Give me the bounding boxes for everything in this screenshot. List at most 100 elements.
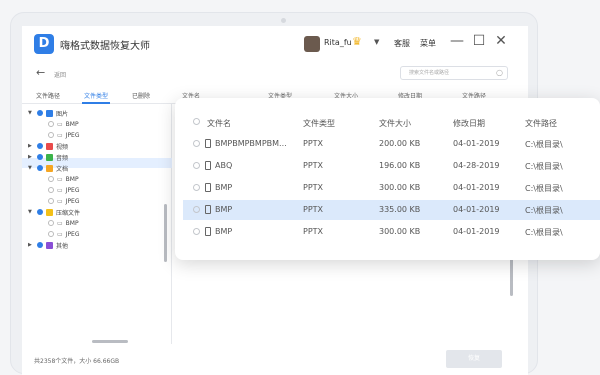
tree-item[interactable]: ▭ JPEG [48, 229, 80, 239]
tree-item-label: 音频 [56, 154, 69, 162]
tree-item[interactable]: ▶ 音频 [28, 152, 68, 162]
tree-checkbox[interactable] [37, 165, 43, 171]
close-button[interactable]: ✕ [492, 33, 510, 49]
caret-right-icon[interactable]: ▶ [28, 143, 34, 149]
tree-item-label: JPEG [65, 230, 80, 238]
popup-header-name[interactable]: 文件名 [207, 118, 231, 129]
select-all-radio[interactable] [193, 118, 200, 125]
tree-checkbox[interactable] [37, 154, 43, 160]
caret-down-icon[interactable]: ▼ [28, 110, 34, 116]
category-tree: ▼ 图片 ▭ BMP ▭ JPEG ▶ 视频 ▶ 音频 ▼ 文档 ▭ BMP ▭ JPEG ▭ JPEG ▼ 压缩文件… [22, 104, 172, 344]
chevron-down-icon[interactable]: ▼ [374, 38, 379, 46]
table-row[interactable]: ABQ PPTX 196.00 KB 04-28-2019 C:\根目录\ [183, 156, 600, 176]
tab-file-type[interactable]: 文件类型 [84, 91, 108, 100]
cell-date: 04-01-2019 [453, 227, 500, 236]
category-icon [46, 164, 53, 172]
cell-date: 04-01-2019 [453, 139, 500, 148]
cell-path: C:\根目录\ [525, 184, 563, 193]
cell-name: ABQ [215, 161, 233, 170]
maximize-button[interactable]: ☐ [470, 33, 488, 49]
avatar[interactable] [304, 36, 320, 52]
caret-down-icon[interactable]: ▼ [28, 165, 34, 171]
tree-item[interactable]: ▭ BMP [48, 119, 79, 129]
popup-header-path[interactable]: 文件路径 [525, 118, 557, 129]
cell-type: PPTX [303, 139, 324, 148]
cell-name: BMP [215, 183, 233, 192]
tree-checkbox[interactable] [48, 121, 54, 127]
cell-date: 04-28-2019 [453, 161, 500, 170]
tree-checkbox[interactable] [37, 242, 43, 248]
caret-right-icon[interactable]: ▶ [28, 242, 34, 248]
tree-item[interactable]: ▭ JPEG [48, 196, 80, 206]
tree-item[interactable]: ▶ 其他 [28, 240, 68, 250]
table-row[interactable]: BMPBMPBMPBM... PPTX 200.00 KB 04-01-2019 C:\… [183, 134, 600, 154]
tree-item-label: BMP [65, 219, 79, 227]
customer-service-link[interactable]: 客服 [394, 38, 410, 49]
folder-icon: ▭ [57, 175, 63, 183]
folder-icon: ▭ [57, 197, 63, 205]
menu-link[interactable]: 菜单 [420, 38, 436, 49]
cell-size: 335.00 KB [379, 205, 421, 214]
tab-deleted[interactable]: 已删除 [132, 91, 150, 100]
caret-down-icon[interactable]: ▼ [28, 209, 34, 215]
tree-horizontal-scrollbar[interactable] [92, 340, 128, 343]
folder-icon: ▭ [57, 120, 63, 128]
cell-path: C:\根目录\ [525, 206, 563, 215]
tree-item-label: BMP [65, 120, 79, 128]
username[interactable]: Rita_fu [324, 38, 352, 47]
row-radio[interactable] [193, 140, 200, 147]
tree-item[interactable]: ▼ 图片 [28, 108, 68, 118]
cell-size: 200.00 KB [379, 139, 421, 148]
file-icon [205, 227, 211, 236]
tree-checkbox[interactable] [37, 143, 43, 149]
tree-checkbox[interactable] [48, 198, 54, 204]
tree-checkbox[interactable] [48, 231, 54, 237]
row-radio[interactable] [193, 184, 200, 191]
tree-vertical-scrollbar[interactable] [164, 204, 167, 262]
back-label[interactable]: 返回 [54, 70, 66, 79]
table-row[interactable]: BMP PPTX 300.00 KB 04-01-2019 C:\根目录\ [183, 178, 600, 198]
minimize-button[interactable]: — [448, 33, 466, 49]
tree-item-label: 文档 [56, 165, 69, 173]
recover-button[interactable]: 恢复 [446, 350, 502, 368]
row-radio[interactable] [193, 162, 200, 169]
tree-checkbox[interactable] [48, 176, 54, 182]
cell-type: PPTX [303, 205, 324, 214]
tree-item-label: JPEG [65, 186, 80, 194]
cell-path: C:\根目录\ [525, 228, 563, 237]
cell-date: 04-01-2019 [453, 183, 500, 192]
tree-checkbox[interactable] [37, 110, 43, 116]
cell-type: PPTX [303, 227, 324, 236]
tree-item[interactable]: ▼ 压缩文件 [28, 207, 80, 217]
search-input[interactable]: 搜索文件名或路径 ○ [400, 66, 508, 80]
table-row[interactable]: BMP PPTX 300.00 KB 04-01-2019 C:\根目录\ [183, 222, 600, 242]
folder-icon: ▭ [57, 230, 63, 238]
tree-item[interactable]: ▭ BMP [48, 174, 79, 184]
back-arrow-icon[interactable]: ← [36, 66, 45, 79]
tree-item[interactable]: ▼ 文档 [28, 163, 68, 173]
table-row[interactable]: BMP PPTX 335.00 KB 04-01-2019 C:\根目录\ [183, 200, 600, 220]
tree-item[interactable]: ▭ BMP [48, 218, 79, 228]
row-radio[interactable] [193, 206, 200, 213]
tree-checkbox[interactable] [48, 132, 54, 138]
cell-date: 04-01-2019 [453, 205, 500, 214]
cell-path: C:\根目录\ [525, 140, 563, 149]
tree-item[interactable]: ▭ JPEG [48, 130, 80, 140]
tree-item[interactable]: ▶ 视频 [28, 141, 68, 151]
tab-file-path[interactable]: 文件路径 [36, 91, 60, 100]
folder-icon: ▭ [57, 186, 63, 194]
list-vertical-scrollbar[interactable] [510, 256, 513, 296]
row-radio[interactable] [193, 228, 200, 235]
search-icon[interactable]: ○ [496, 67, 503, 79]
tree-checkbox[interactable] [48, 220, 54, 226]
category-icon [46, 109, 53, 117]
tree-checkbox[interactable] [37, 209, 43, 215]
popup-header-size[interactable]: 文件大小 [379, 118, 411, 129]
popup-header-date[interactable]: 修改日期 [453, 118, 485, 129]
popup-header-type[interactable]: 文件类型 [303, 118, 335, 129]
tree-item[interactable]: ▭ JPEG [48, 185, 80, 195]
cell-size: 196.00 KB [379, 161, 421, 170]
file-icon [205, 139, 211, 148]
caret-right-icon[interactable]: ▶ [28, 154, 34, 160]
tree-checkbox[interactable] [48, 187, 54, 193]
